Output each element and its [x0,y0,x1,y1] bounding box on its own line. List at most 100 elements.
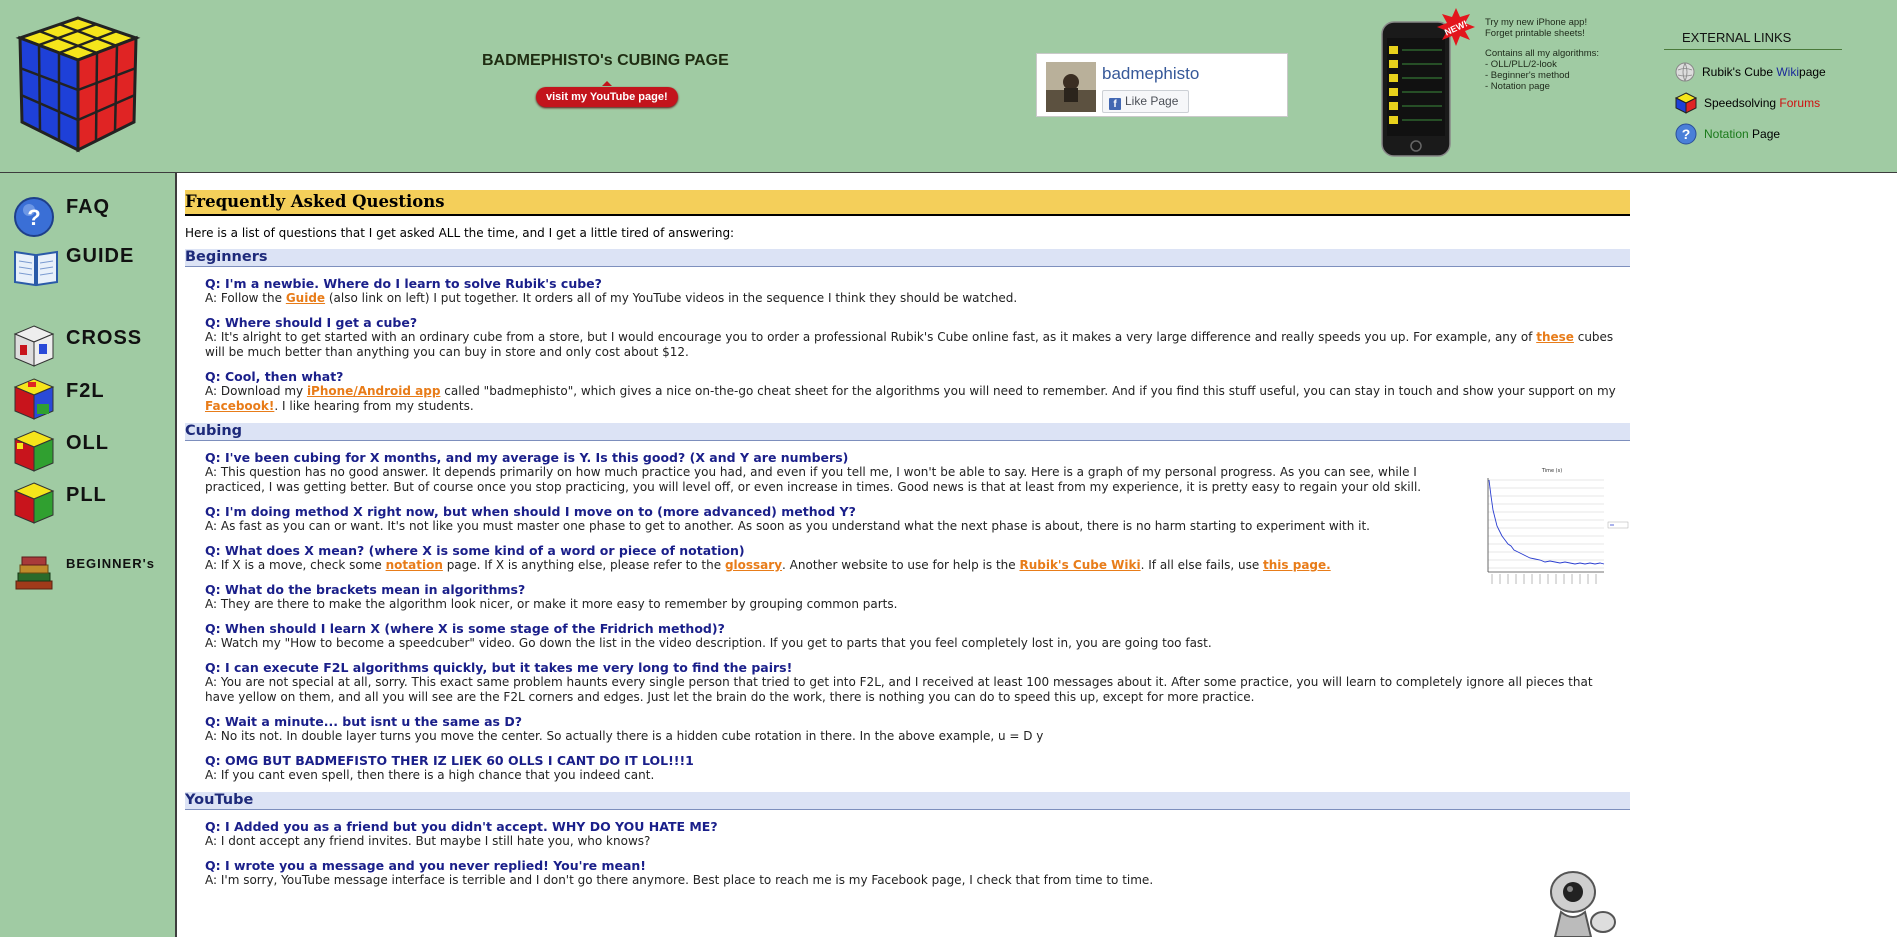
facebook-like-label: Like Page [1125,94,1179,108]
qa-item: Q: Where should I get a cube? A: It's al… [205,315,1630,360]
svg-text:?: ? [1682,126,1691,142]
nav-guide-label: GUIDE [66,244,135,267]
answer: A: If you cant even spell, then there is… [205,768,655,782]
rubiks-wiki-link[interactable]: Rubik's Cube Wiki [1019,558,1140,572]
site-title: BADMEPHISTO's CUBING PAGE [482,52,729,69]
notation-page-link[interactable]: ? Notation Page [1664,118,1842,149]
wiki-globe-icon [1675,62,1695,81]
nav-f2l[interactable]: F2L [12,376,105,422]
question: Q: I'm doing method X right now, but whe… [205,504,856,519]
qa-item: Q: When should I learn X (where X is som… [205,621,1630,651]
guide-link[interactable]: Guide [286,291,325,305]
qa-item: Q: I'm doing method X right now, but whe… [205,504,1630,534]
facebook-link[interactable]: Facebook! [205,399,274,413]
question: Q: When should I learn X (where X is som… [205,621,725,636]
answer: A: They are there to make the algorithm … [205,597,898,611]
pll-cube-icon [13,482,55,524]
nav-pll[interactable]: PLL [12,480,107,526]
nav-oll[interactable]: OLL [12,428,109,474]
qa-item: Q: Wait a minute... but isnt u the same … [205,714,1630,744]
section-youtube: YouTube [185,792,1630,810]
page-title: Frequently Asked Questions [185,190,1630,216]
webcam-icon [1550,871,1616,937]
f2l-cube-icon [13,378,55,420]
facebook-profile-photo[interactable] [1046,62,1096,112]
wiki-link-suffix: page [1799,64,1826,79]
nav-faq[interactable]: ? FAQ [12,195,110,239]
these-cubes-link[interactable]: these [1536,330,1574,344]
rubiks-cube-logo[interactable] [8,10,148,160]
youtube-page-button[interactable]: visit my YouTube page! [536,81,678,107]
external-links-title: EXTERNAL LINKS [1664,30,1842,50]
wiki-link-highlight: Wiki [1776,64,1800,79]
app-promo-line: - Notation page [1485,81,1550,92]
facebook-widget: badmephisto f Like Page [1036,53,1288,117]
answer: A: I'm sorry, YouTube message interface … [205,873,1154,887]
question: Q: What does X mean? (where X is some ki… [205,543,745,558]
app-promo-line: Forget printable sheets! [1485,28,1585,39]
nav-beginners[interactable]: BEGINNER's [12,551,155,595]
question: Q: I wrote you a message and you never r… [205,858,646,873]
svg-text:?: ? [27,205,40,230]
qa-item: Q: I Added you as a friend but you didn'… [205,819,1630,849]
this-page-link[interactable]: this page. [1263,558,1331,572]
forums-link-highlight: Forums [1779,95,1821,110]
notation-link[interactable]: notation [386,558,443,572]
question: Q: Wait a minute... but isnt u the same … [205,714,522,729]
answer: A: It's alright to get started with an o… [205,330,1614,359]
glossary-link[interactable]: glossary [725,558,782,572]
intro-text: Here is a list of questions that I get a… [185,226,735,240]
help-question-icon: ? [1675,123,1697,144]
cross-cube-icon [13,325,55,367]
nav-pll-label: PLL [66,483,107,506]
books-icon [15,556,53,590]
nav-cross[interactable]: CROSS [12,323,142,369]
qa-item: Q: What do the brackets mean in algorith… [205,582,1630,612]
external-links: EXTERNAL LINKS Rubik's Cube Wiki page Sp… [1664,30,1842,149]
facebook-icon: f [1109,98,1121,110]
wiki-link-label: Rubik's Cube [1702,64,1773,79]
nav-faq-label: FAQ [66,195,111,218]
app-promo-line: - Beginner's method [1485,70,1570,81]
answer: A: No its not. In double layer turns you… [205,729,1044,743]
question: Q: OMG BUT BADMEFISTO THER IZ LIEK 60 OL… [205,753,694,768]
nav-f2l-label: F2L [66,379,105,402]
nav-cross-label: CROSS [66,326,143,349]
app-link[interactable]: iPhone/Android app [307,384,441,398]
answer: A: Watch my "How to become a speedcuber"… [205,636,1212,650]
qa-item: Q: I'm a newbie. Where do I learn to sol… [205,276,1630,306]
progress-graph-image[interactable]: Time (s) [1480,466,1630,596]
qa-item: Q: Cool, then what? A: Download my iPhon… [205,369,1630,414]
section-cubing: Cubing [185,423,1630,441]
graph-title: Time (s) [1541,468,1562,474]
speedsolving-cube-icon [1674,91,1698,114]
main-content: Frequently Asked Questions Here is a lis… [185,190,1630,888]
app-promo-text: Try my new iPhone app! Forget printable … [1485,17,1645,92]
qa-item: Q: I've been cubing for X months, and my… [205,450,1440,495]
notation-link-label: Notation [1704,126,1749,141]
facebook-like-button[interactable]: f Like Page [1102,90,1189,113]
left-navigation: ? FAQ GUIDE CROSS F2L OLL PLL BEGINNER's [0,173,177,937]
qa-item: Q: OMG BUT BADMEFISTO THER IZ LIEK 60 OL… [205,753,1630,783]
answer: A: As fast as you can or want. It's not … [205,519,1370,533]
wiki-link[interactable]: Rubik's Cube Wiki page [1664,56,1842,87]
facebook-page-name[interactable]: badmephisto [1102,64,1199,84]
site-header: BADMEPHISTO's CUBING PAGE visit my YouTu… [0,0,1897,173]
notation-link-highlight: Page [1752,126,1781,141]
nav-guide[interactable]: GUIDE [12,244,135,288]
app-promo-line: Contains all my algorithms: [1485,48,1600,59]
oll-cube-icon [13,430,55,472]
faq-question-icon: ? [14,197,54,237]
nav-beginners-label: BEGINNER's [66,555,155,571]
answer: A: You are not special at all, sorry. Th… [205,675,1593,704]
question: Q: What do the brackets mean in algorith… [205,582,526,597]
forums-link-label: Speedsolving [1704,95,1777,110]
question: Q: I can execute F2L algorithms quickly,… [205,660,793,675]
nav-oll-label: OLL [66,431,109,454]
book-icon [14,250,58,287]
app-promo-line: Try my new iPhone app! [1485,17,1588,28]
question: Q: I'm a newbie. Where do I learn to sol… [205,276,602,291]
question: Q: I've been cubing for X months, and my… [205,450,849,465]
speedsolving-forums-link[interactable]: Speedsolving Forums [1664,87,1842,118]
iphone-app-image[interactable]: NEW! [1378,8,1482,158]
